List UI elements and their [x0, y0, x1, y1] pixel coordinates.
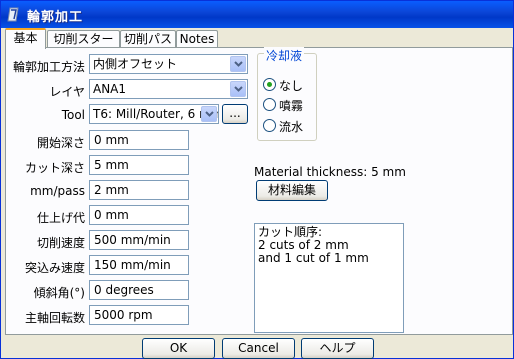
coolant-mist-label[interactable]: 噴霧 — [279, 97, 303, 114]
spindle-speed-label: 主軸回転数 — [24, 311, 85, 325]
help-button[interactable]: ヘルプ — [301, 338, 374, 359]
cut-order-textbox[interactable]: カット順序: 2 cuts of 2 mm and 1 cut of 1 mm — [254, 223, 404, 333]
tool-label: Tool — [61, 108, 85, 122]
feed-rate-label: 切削速度 — [36, 236, 85, 250]
tool-select[interactable]: T6: Mill/Router, 6 mm — [89, 104, 219, 124]
tab-basic[interactable]: 基本 — [5, 28, 46, 49]
dialog-window: 輪郭加工 基本 切削スタート 切削パス Notes 輪郭加工方法 内側オフセット… — [0, 0, 514, 359]
ok-button[interactable]: OK — [142, 338, 215, 359]
coolant-mist-radio[interactable] — [263, 98, 276, 111]
radio-selected-dot — [267, 82, 272, 87]
chevron-down-icon[interactable] — [201, 106, 217, 122]
cut-depth-input[interactable]: 5 mm — [89, 155, 189, 175]
method-label: 輪郭加工方法 — [12, 60, 85, 74]
ramp-angle-input[interactable]: 0 degrees — [89, 280, 189, 300]
mm-per-pass-label: mm/pass — [30, 184, 85, 198]
start-depth-input[interactable]: 0 mm — [89, 130, 189, 150]
ramp-angle-label: 傾斜角(°) — [33, 286, 85, 300]
material-thickness-text: Material thickness: 5 mm — [254, 165, 406, 179]
tab-cut-path[interactable]: 切削パス — [120, 30, 176, 47]
layer-label: レイヤ — [49, 85, 85, 99]
layer-value: ANA1 — [93, 82, 127, 96]
cut-depth-label: カット深さ — [24, 161, 85, 175]
title-bar[interactable]: 輪郭加工 — [1, 1, 513, 28]
window-title: 輪郭加工 — [27, 10, 84, 25]
layer-select[interactable]: ANA1 — [89, 79, 248, 99]
tool-browse-button[interactable]: ... — [222, 104, 248, 124]
tab-notes[interactable]: Notes — [176, 30, 218, 47]
mm-per-pass-input[interactable]: 2 mm — [89, 180, 189, 200]
coolant-flood-radio[interactable] — [263, 119, 276, 132]
method-select[interactable]: 内側オフセット — [89, 54, 248, 74]
start-depth-label: 開始深さ — [36, 136, 85, 150]
edit-material-button[interactable]: 材料編集 — [256, 180, 328, 201]
tab-cut-start[interactable]: 切削スタート — [47, 30, 120, 62]
spindle-speed-input[interactable]: 5000 rpm — [89, 305, 189, 325]
finish-allowance-input[interactable]: 0 mm — [89, 205, 189, 225]
cancel-button[interactable]: Cancel — [222, 338, 295, 359]
chevron-down-icon[interactable] — [230, 81, 246, 97]
coolant-flood-label[interactable]: 流水 — [279, 118, 303, 135]
method-value: 内側オフセット — [93, 57, 178, 71]
plunge-rate-input[interactable]: 150 mm/min — [89, 255, 189, 275]
coolant-group-title: 冷却液 — [264, 47, 305, 64]
feed-rate-input[interactable]: 500 mm/min — [89, 230, 189, 250]
plunge-rate-label: 突込み速度 — [24, 261, 85, 275]
coolant-none-label[interactable]: なし — [279, 77, 303, 94]
chevron-down-icon[interactable] — [230, 56, 246, 72]
coolant-none-radio[interactable] — [263, 78, 276, 91]
finish-allowance-label: 仕上げ代 — [36, 211, 85, 225]
app-icon — [7, 7, 19, 22]
